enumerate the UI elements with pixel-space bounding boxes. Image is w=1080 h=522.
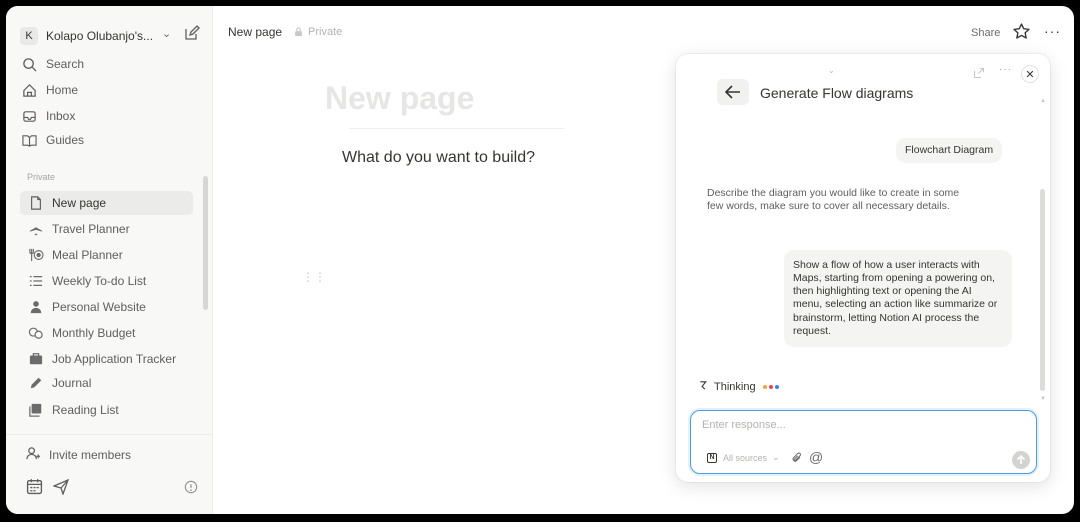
books-icon <box>28 402 44 418</box>
airplane-icon <box>28 221 44 237</box>
book-icon <box>20 131 38 149</box>
sources-label: All sources <box>723 452 768 463</box>
lock-icon <box>295 27 302 37</box>
help-icon[interactable] <box>184 480 198 499</box>
sidebar-item-label: Search <box>46 57 85 71</box>
loading-dot <box>774 385 779 389</box>
inbox-icon <box>20 107 38 125</box>
utensils-icon <box>28 247 44 263</box>
send-plane-icon[interactable] <box>52 478 70 500</box>
sidebar: K Kolapo Olubanjo's... ⌄ Search Home Inb… <box>6 6 213 514</box>
sidebar-item-search[interactable]: Search <box>20 53 200 75</box>
more-options-icon[interactable]: ··· <box>1044 23 1061 39</box>
privacy-indicator[interactable]: Private <box>294 26 342 38</box>
thinking-status: Thinking <box>698 380 779 394</box>
mention-icon[interactable]: @ <box>809 449 823 465</box>
user-chip: Flowchart Diagram <box>896 138 1003 164</box>
sidebar-page-label: Reading List <box>52 403 119 417</box>
paperclip-icon[interactable] <box>791 451 803 469</box>
title-divider <box>349 128 564 129</box>
close-icon[interactable]: ✕ <box>1021 65 1039 83</box>
scroll-down-arrow-icon[interactable]: ▼ <box>1040 396 1046 402</box>
app-window: K Kolapo Olubanjo's... ⌄ Search Home Inb… <box>6 6 1074 514</box>
page-prompt[interactable]: What do you want to build? <box>342 149 535 167</box>
sidebar-page-weekly-to-do-list[interactable]: Weekly To-do List <box>20 269 193 293</box>
star-icon[interactable] <box>1013 23 1030 45</box>
sidebar-item-label: Inbox <box>46 109 76 123</box>
home-icon <box>20 81 38 99</box>
sidebar-page-monthly-budget[interactable]: Monthly Budget <box>20 321 193 345</box>
breadcrumb: New page Private <box>228 25 342 39</box>
workspace-name: Kolapo Olubanjo's... <box>46 29 154 43</box>
loading-dots <box>762 385 779 389</box>
back-button[interactable] <box>717 79 749 105</box>
sidebar-page-personal-website[interactable]: Personal Website <box>20 295 193 319</box>
loading-dot <box>768 385 773 389</box>
sidebar-page-new-page[interactable]: New page <box>20 191 193 215</box>
drag-handle-icon[interactable]: ⋮⋮ <box>302 270 326 284</box>
sidebar-item-label: Guides <box>46 133 85 147</box>
breadcrumb-page[interactable]: New page <box>228 25 282 39</box>
workspace-avatar: K <box>20 27 38 45</box>
sidebar-page-label: New page <box>52 196 107 210</box>
chevron-down-icon: ⌄ <box>772 452 780 462</box>
panel-scrollbar[interactable] <box>1040 189 1045 391</box>
calendar-icon[interactable] <box>26 478 43 500</box>
sidebar-page-reading-list[interactable]: Reading List <box>20 398 193 422</box>
sources-selector[interactable]: N All sources ⌄ <box>707 452 780 463</box>
response-input-box: N All sources ⌄ @ <box>690 410 1037 474</box>
share-button[interactable]: Share <box>971 27 1000 39</box>
panel-title: Generate Flow diagrams <box>760 85 914 101</box>
sidebar-item-label: Home <box>46 83 79 97</box>
sidebar-page-label: Job Application Tracker <box>52 352 177 366</box>
sidebar-item-inbox[interactable]: Inbox <box>20 105 200 127</box>
briefcase-icon <box>28 351 44 367</box>
workspace-switcher[interactable]: K Kolapo Olubanjo's... ⌄ <box>20 25 206 47</box>
open-full-page-icon[interactable] <box>973 66 985 84</box>
send-button[interactable] <box>1012 451 1030 469</box>
sidebar-page-label: Personal Website <box>52 300 146 314</box>
loading-dot <box>762 385 767 389</box>
invite-members-button[interactable]: Invite members <box>26 446 131 464</box>
sidebar-page-meal-planner[interactable]: Meal Planner <box>20 243 193 267</box>
chevron-down-icon[interactable]: ⌄ <box>828 66 835 75</box>
search-icon <box>20 55 38 73</box>
panel-more-icon[interactable]: ··· <box>999 64 1012 75</box>
scroll-up-arrow-icon[interactable]: ▲ <box>1040 98 1046 104</box>
response-input[interactable] <box>702 419 1022 431</box>
sidebar-page-label: Monthly Budget <box>52 326 136 340</box>
chevron-down-icon[interactable]: ⌄ <box>162 27 171 40</box>
arrow-left-icon <box>725 85 740 99</box>
sidebar-page-label: Journal <box>52 376 92 390</box>
ai-panel: ⌄ ··· ✕ Generate Flow diagrams Flowchart… <box>676 54 1050 482</box>
section-label-private[interactable]: Private <box>27 172 55 182</box>
pencil-icon <box>28 375 44 391</box>
thinking-icon <box>698 380 708 394</box>
sidebar-page-label: Weekly To-do List <box>52 274 147 288</box>
sidebar-page-label: Travel Planner <box>52 222 130 236</box>
list-icon <box>28 273 44 289</box>
add-person-icon <box>26 446 41 464</box>
invite-members-label: Invite members <box>49 448 132 462</box>
person-icon <box>28 299 44 315</box>
page-icon <box>28 195 44 211</box>
page-title[interactable]: New page <box>325 80 474 117</box>
new-page-icon[interactable] <box>184 25 204 45</box>
assistant-message: Describe the diagram you would like to c… <box>707 187 960 213</box>
sidebar-item-home[interactable]: Home <box>20 79 200 101</box>
user-message: Show a flow of how a user interacts with… <box>784 250 1012 347</box>
sidebar-page-label: Meal Planner <box>52 248 123 262</box>
sidebar-page-travel-planner[interactable]: Travel Planner <box>20 217 193 241</box>
notion-logo-icon: N <box>707 452 717 463</box>
sidebar-item-guides[interactable]: Guides <box>20 129 200 151</box>
sidebar-divider <box>6 434 213 435</box>
coins-icon <box>28 325 44 341</box>
sidebar-scrollbar[interactable] <box>203 176 208 310</box>
thinking-label: Thinking <box>714 381 756 393</box>
arrow-up-icon <box>1016 455 1026 464</box>
privacy-label: Private <box>308 26 343 38</box>
sidebar-page-job-application-tracker[interactable]: Job Application Tracker <box>20 347 193 371</box>
sidebar-page-journal[interactable]: Journal <box>20 371 193 395</box>
